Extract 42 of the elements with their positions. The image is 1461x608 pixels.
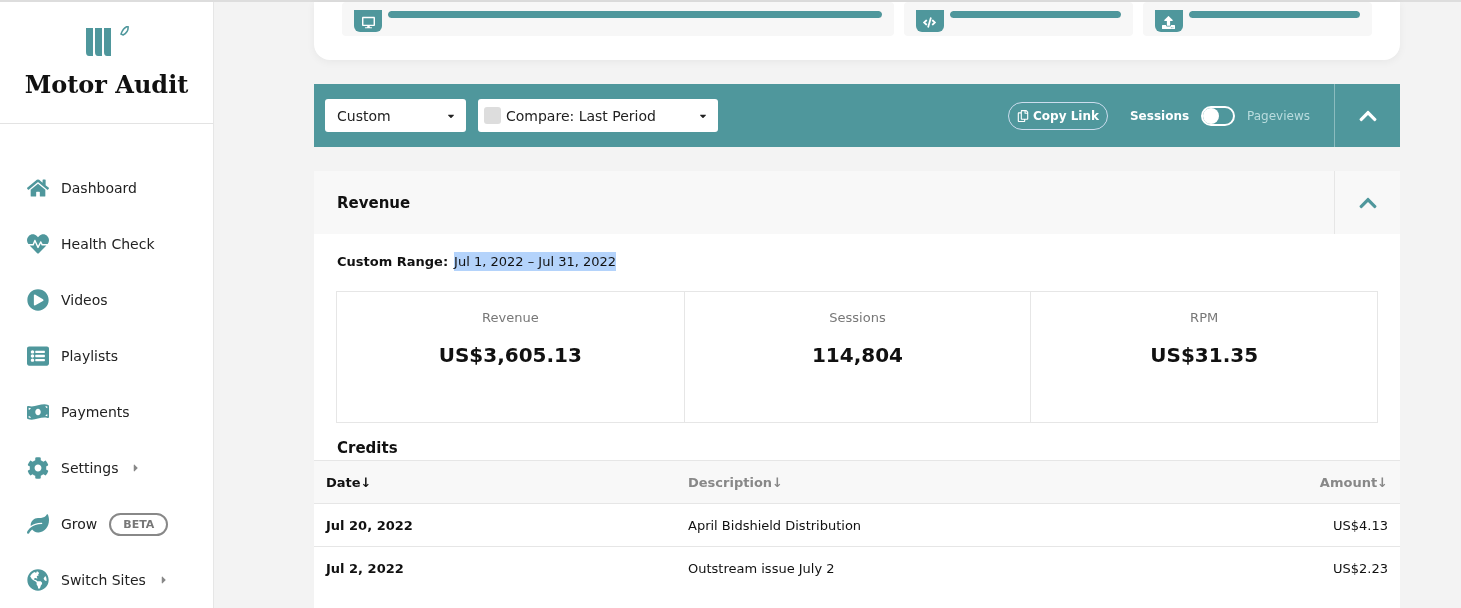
column-header[interactable]: Date↓: [326, 474, 688, 490]
range-dropdown[interactable]: Custom: [325, 99, 466, 132]
stat-value: US$3,605.13: [438, 343, 582, 367]
nav-item[interactable]: Settings: [0, 440, 213, 496]
nav-item[interactable]: Health Check: [0, 216, 213, 272]
nav-item[interactable]: Switch Sites: [0, 552, 213, 608]
play-icon: [27, 289, 49, 311]
brand-name: Motor Audit: [24, 70, 189, 99]
stat-value: 114,804: [811, 343, 904, 367]
logo-icon: [83, 26, 130, 56]
stat-label: RPM: [1190, 310, 1219, 325]
range-label: Custom Range:: [337, 254, 449, 269]
leaf-icon: [27, 513, 49, 535]
table-cell-text: April Bidshield Distribution: [688, 517, 863, 533]
compare-dropdown[interactable]: Compare: Last Period: [478, 99, 718, 132]
nav-item[interactable]: Payments: [0, 384, 213, 440]
home-icon: [27, 177, 49, 199]
monitor-icon: [354, 10, 382, 32]
settings-icon: [27, 457, 49, 479]
list-icon: [27, 345, 49, 367]
table-cell-text: Outstream issue July 2: [688, 560, 836, 576]
table-cell-text: Jul 20, 2022: [326, 517, 414, 533]
stat-value: US$31.35: [1150, 343, 1259, 367]
code-icon: [915, 10, 944, 32]
globe-icon: [27, 569, 49, 591]
section-title: Credits: [336, 438, 399, 459]
range-value: Jul 1, 2022 – Jul 31, 2022: [454, 252, 617, 271]
nav-item[interactable]: Playlists: [0, 328, 213, 384]
upload-icon: [1154, 10, 1183, 32]
table-cell-text: US$4.13: [1332, 517, 1388, 533]
nav-item[interactable]: Grow BETA: [0, 496, 213, 552]
toggle-switch[interactable]: [1201, 105, 1236, 126]
nav-item[interactable]: Videos: [0, 272, 213, 328]
beta-badge: BETA: [109, 512, 169, 536]
nav-item[interactable]: Dashboard: [0, 160, 213, 216]
stat-label: Revenue: [482, 310, 539, 325]
heartbeat-icon: [27, 233, 49, 255]
copy-icon: [1017, 109, 1029, 122]
table-cell-text: Jul 2, 2022: [326, 560, 405, 576]
panel-title: Revenue: [336, 193, 412, 212]
table-cell-text: US$2.23: [1332, 560, 1388, 576]
stat-label: Sessions: [829, 310, 886, 325]
